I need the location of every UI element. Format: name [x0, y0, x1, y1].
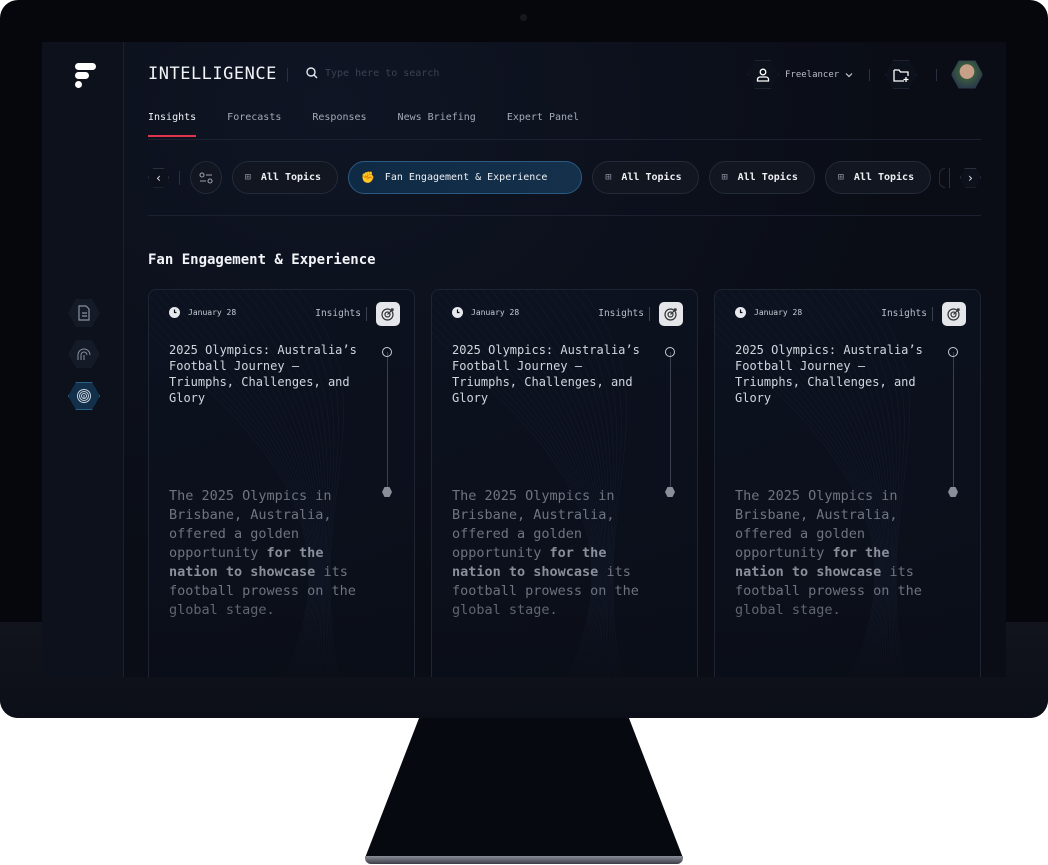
app-title: INTELLIGENCE [148, 64, 277, 84]
camera [520, 14, 527, 21]
sidebar [42, 42, 124, 677]
target-button[interactable] [942, 302, 966, 326]
search-placeholder: Type here to search [325, 67, 440, 79]
sidebar-item-fingerprint[interactable] [68, 382, 100, 410]
insight-card[interactable]: January 28 Insights 2025 Olympics: Austr… [148, 289, 415, 677]
divider [148, 139, 981, 140]
role-label: Freelancer [785, 69, 840, 80]
fade-overlay [715, 588, 980, 677]
sliders-icon [199, 171, 213, 184]
category-label: Insights [315, 308, 361, 319]
target-button[interactable] [376, 302, 400, 326]
target-icon [947, 308, 960, 321]
divider [148, 215, 981, 216]
section-title: Fan Engagement & Experience [148, 252, 376, 268]
date-label: January 28 [471, 308, 520, 317]
divider [179, 170, 181, 185]
chip-all-topics[interactable]: ⊞ All Topics [231, 161, 339, 194]
chevron-left-icon: ‹ [154, 170, 163, 185]
grid-icon: ⊞ [244, 172, 251, 183]
chip-label: All Topics [853, 172, 915, 183]
timeline-track [953, 352, 954, 488]
screen: INTELLIGENCE Type here to search Freelan… [42, 42, 1006, 677]
monitor-stand [365, 718, 683, 858]
card-title: 2025 Olympics: Australia’s Football Jour… [735, 343, 923, 405]
chip-overflow [939, 167, 945, 188]
user-icon [747, 60, 779, 89]
date-label: January 28 [188, 308, 237, 317]
card-date: January 28 [735, 307, 802, 318]
avatar[interactable] [951, 60, 983, 89]
divider [287, 68, 288, 82]
grid-icon: ⊞ [721, 172, 728, 183]
chip-label: All Topics [737, 172, 798, 183]
card-date: January 28 [452, 307, 519, 318]
fingerprint-icon [77, 389, 91, 403]
insight-card[interactable]: January 28 Insights 2025 Olympics: Austr… [431, 289, 698, 677]
new-folder-button[interactable] [885, 60, 917, 89]
tab-forecasts[interactable]: Forecasts [227, 112, 281, 136]
main-content: INTELLIGENCE Type here to search Freelan… [148, 42, 983, 677]
target-button[interactable] [659, 302, 683, 326]
search-icon [306, 67, 318, 79]
scroll-right-button[interactable]: › [959, 167, 981, 188]
chip-label: Fan Engagement & Experience [384, 172, 548, 183]
timeline-start-dot [948, 347, 958, 357]
grid-icon: ⊞ [605, 172, 612, 183]
sidebar-item-documents[interactable] [68, 299, 100, 327]
scroll-left-button[interactable]: ‹ [148, 167, 170, 188]
search-input[interactable]: Type here to search [306, 67, 439, 79]
monitor-frame: INTELLIGENCE Type here to search Freelan… [0, 0, 1048, 718]
date-label: January 28 [754, 308, 803, 317]
topic-chips: ‹ ⊞ All Topics ✊ Fan Engagement & Experien… [148, 161, 981, 194]
chip-all-topics[interactable]: ⊞ All Topics [592, 161, 699, 194]
role-selector[interactable]: Freelancer [747, 60, 853, 89]
card-title: 2025 Olympics: Australia’s Football Jour… [169, 343, 357, 405]
divider [948, 167, 950, 188]
card-title: 2025 Olympics: Australia’s Football Jour… [452, 343, 640, 405]
logo-icon [75, 63, 97, 93]
tab-responses[interactable]: Responses [312, 112, 366, 136]
grid-icon: ⊞ [837, 172, 844, 183]
divider [932, 307, 933, 321]
fan-icon: ✊ [361, 171, 375, 184]
fade-overlay [149, 588, 414, 677]
tab-expert-panel[interactable]: Expert Panel [507, 112, 579, 136]
timeline-track [387, 352, 388, 488]
partial-fingerprint-icon [77, 348, 91, 360]
chip-fan-engagement[interactable]: ✊ Fan Engagement & Experience [348, 161, 583, 194]
fade-overlay [432, 588, 697, 677]
filter-button[interactable] [190, 161, 222, 194]
timeline-start-dot [665, 347, 675, 357]
tab-news-briefing[interactable]: News Briefing [398, 112, 476, 136]
card-date: January 28 [169, 307, 236, 318]
chevron-down-icon [845, 72, 853, 77]
divider [649, 307, 650, 321]
target-icon [664, 308, 677, 321]
timeline-start-dot [382, 347, 392, 357]
divider [366, 307, 367, 321]
timeline-track [670, 352, 671, 488]
document-icon [78, 305, 90, 321]
chip-all-topics[interactable]: ⊞ All Topics [708, 161, 815, 194]
tab-bar: Insights Forecasts Responses News Briefi… [148, 112, 579, 137]
sidebar-item-partial-fingerprint[interactable] [68, 340, 100, 368]
clock-icon [169, 307, 180, 318]
chevron-right-icon: › [966, 170, 975, 185]
monitor-base [365, 856, 683, 864]
chip-label: All Topics [260, 172, 322, 183]
target-icon [381, 308, 394, 321]
folder-plus-icon [893, 68, 909, 82]
divider [936, 69, 937, 81]
category-label: Insights [598, 308, 644, 319]
category-label: Insights [881, 308, 927, 319]
clock-icon [452, 307, 463, 318]
tab-insights[interactable]: Insights [148, 112, 197, 137]
chip-label: All Topics [621, 172, 682, 183]
insight-card[interactable]: January 28 Insights 2025 Olympics: Austr… [714, 289, 981, 677]
clock-icon [735, 307, 746, 318]
divider [869, 69, 870, 81]
chip-all-topics[interactable]: ⊞ All Topics [824, 161, 932, 194]
